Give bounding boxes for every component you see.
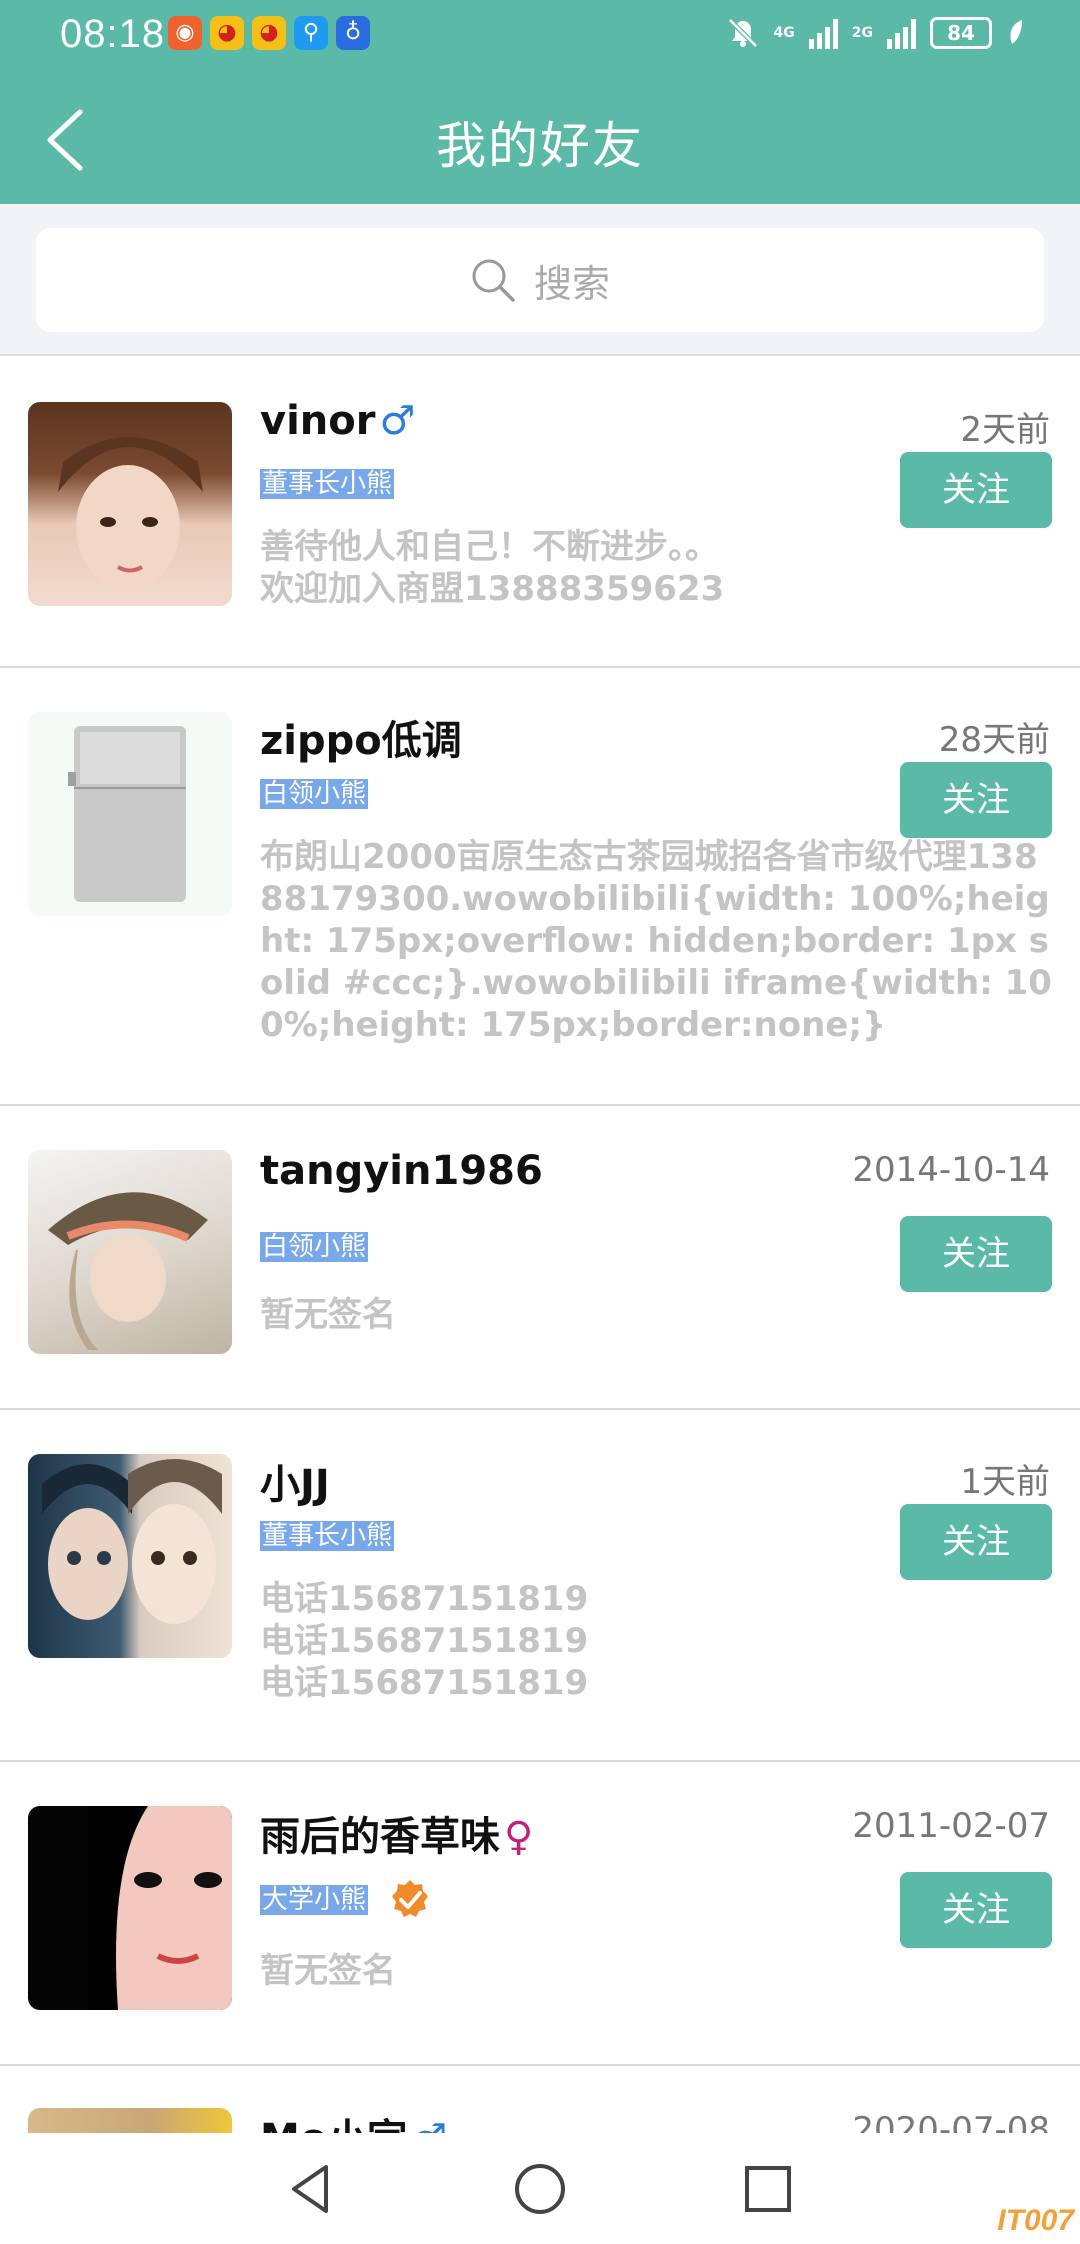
friend-name: Mo小宇♂: [260, 2106, 447, 2133]
female-icon: ♀: [504, 1814, 534, 1860]
avatar-image: [58, 437, 203, 589]
friend-name-text: zippo低调: [260, 718, 462, 764]
status-right: 4G 2G 84: [726, 16, 1026, 50]
avatar-image: [42, 1459, 222, 1624]
header: 我的好友: [0, 74, 1080, 204]
level-label: 董事长小熊: [260, 1521, 395, 1551]
avatar[interactable]: [28, 1150, 232, 1354]
avatar-image: [68, 726, 186, 902]
friend-row[interactable]: 小JJ 董事长小熊 电话15687151819 电话15687151819 电话…: [0, 1410, 1080, 1762]
friend-name-text: 雨后的香草味: [260, 1814, 500, 1860]
follow-button[interactable]: 关注: [900, 452, 1052, 528]
bulb-app-icon: ♁: [336, 16, 370, 50]
last-active-date: 1天前: [960, 1462, 1050, 1502]
level-tag: 白领小熊: [260, 1232, 369, 1262]
last-active-date: 2014-10-14: [852, 1150, 1050, 1190]
friend-row[interactable]: tangyin1986 白领小熊 暂无签名 2014-10-14 关注: [0, 1106, 1080, 1410]
friend-name-text: vinor: [260, 398, 376, 444]
male-icon: ♂: [379, 398, 416, 444]
avatar-image: [88, 1806, 232, 2010]
friend-signature: 布朗山2000亩原生态古茶园城招各省市级代理13888179300.wowobi…: [260, 837, 1052, 1045]
nav-home-icon[interactable]: [510, 2159, 570, 2219]
level-label: 大学小熊: [260, 1885, 369, 1915]
last-active-date: 2011-02-07: [852, 1806, 1050, 1846]
follow-button[interactable]: 关注: [900, 762, 1052, 838]
friend-signature: 暂无签名: [260, 1295, 396, 1335]
level-label: 白领小熊: [260, 779, 369, 809]
kuaishou-icon: ◉: [168, 16, 202, 50]
weibo-icon: ◕: [252, 16, 286, 50]
search-placeholder: 搜索: [533, 261, 610, 306]
avatar-image: [48, 1192, 208, 1350]
follow-button[interactable]: 关注: [900, 1504, 1052, 1580]
friend-name: 雨后的香草味 ♀: [260, 1804, 533, 1862]
friend-name-text: tangyin1986: [260, 1148, 543, 1194]
top-bar: 08:18 ◉ ◕ ◕ ⚲ ♁ 4G 2G 84 我的好友: [0, 0, 1080, 204]
follow-button[interactable]: 关注: [900, 1872, 1052, 1948]
network-type-1: 4G: [773, 25, 795, 41]
level-tag: 白领小熊: [260, 779, 369, 809]
male-icon: ♂: [411, 2116, 447, 2133]
friend-name: zippo低调: [260, 708, 462, 766]
friend-row[interactable]: Mo小宇♂ 2020-07-08: [0, 2066, 1080, 2133]
notification-icons: ◉ ◕ ◕ ⚲ ♁: [168, 16, 370, 50]
friend-signature: 善待他人和自己！不断进步。。 欢迎加入商盟13888359623: [260, 527, 725, 609]
status-time: 08:18: [60, 12, 166, 56]
leaf-icon: [1010, 20, 1022, 44]
avatar[interactable]: [28, 712, 232, 916]
last-active-date: 2020-07-08: [852, 2110, 1050, 2133]
search-input[interactable]: 搜索: [36, 228, 1044, 332]
avatar[interactable]: [28, 2108, 232, 2133]
friend-signature: 电话15687151819 电话15687151819 电话1568715181…: [260, 1579, 589, 1703]
nav-back-icon[interactable]: [280, 2159, 340, 2219]
friend-row[interactable]: vinor ♂ 董事长小熊 善待他人和自己！不断进步。。 欢迎加入商盟138883…: [0, 358, 1080, 668]
friend-name: 小JJ: [260, 1452, 330, 1510]
battery-indicator: 84: [930, 17, 992, 49]
friend-row[interactable]: 雨后的香草味 ♀ 大学小熊 暂无签名 2011-02-07 关注: [0, 1762, 1080, 2066]
weibo-icon: ◕: [210, 16, 244, 50]
level-tag: 董事长小熊: [260, 469, 395, 499]
page-title: 我的好友: [436, 117, 644, 175]
follow-button[interactable]: 关注: [900, 1216, 1052, 1292]
system-nav-bar: IT007: [0, 2133, 1080, 2244]
friend-row[interactable]: zippo低调 白领小熊 布朗山2000亩原生态古茶园城招各省市级代理13888…: [0, 668, 1080, 1106]
signal-icon: [808, 17, 838, 49]
friend-list: vinor ♂ 董事长小熊 善待他人和自己！不断进步。。 欢迎加入商盟138883…: [0, 358, 1080, 2133]
search-section: 搜索: [0, 204, 1080, 356]
level-label: 白领小熊: [260, 1232, 369, 1262]
avatar[interactable]: [28, 1454, 232, 1658]
level-label: 董事长小熊: [260, 469, 395, 499]
mute-bell-icon: [727, 18, 758, 48]
watermark-logo: IT007: [997, 2204, 1074, 2237]
level-tag: 董事长小熊: [260, 1521, 395, 1551]
friend-signature: 暂无签名: [260, 1951, 396, 1991]
search-icon: [472, 259, 515, 302]
network-type-2: 2G: [851, 25, 873, 41]
search-app-icon: ⚲: [294, 16, 328, 50]
avatar[interactable]: [28, 402, 232, 606]
status-bar: 08:18 ◉ ◕ ◕ ⚲ ♁ 4G 2G 84: [0, 0, 1080, 74]
friend-name: vinor ♂: [260, 398, 415, 444]
nav-recents-icon[interactable]: [738, 2159, 798, 2219]
friend-name: tangyin1986: [260, 1148, 543, 1194]
avatar[interactable]: [28, 1806, 232, 2010]
last-active-date: 28天前: [938, 720, 1050, 760]
friend-name-text: 小JJ: [260, 1462, 330, 1508]
signal-icon: [887, 17, 916, 49]
friend-name-text: Mo小宇: [260, 2116, 407, 2133]
level-tag: 大学小熊: [260, 1878, 432, 1922]
last-active-date: 2天前: [960, 410, 1050, 450]
verified-badge-icon: [392, 1880, 429, 1917]
